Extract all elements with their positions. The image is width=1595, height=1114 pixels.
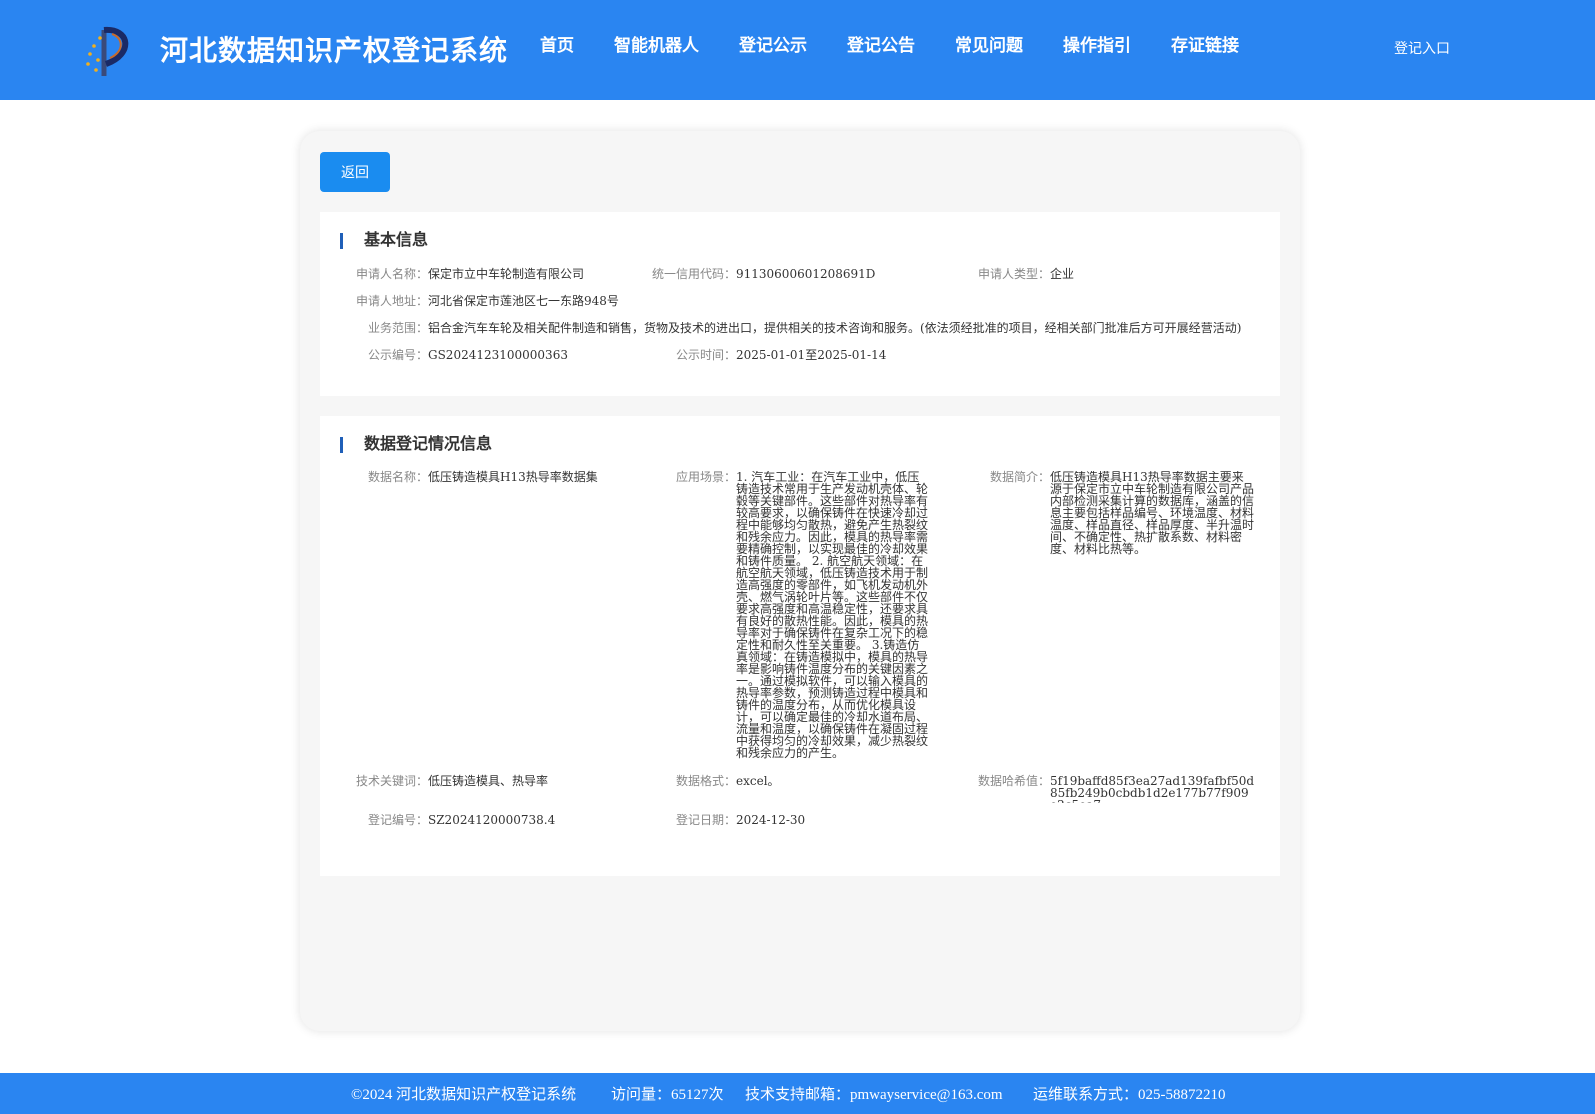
footer-phone: 运维联系方式：025-58872210 [1033, 1087, 1226, 1103]
label-notice-no: 公示编号： [367, 348, 428, 362]
value-hash: 5f19baffd85f3ea27ad139fafbf50d85fb249b0c… [1050, 775, 1255, 803]
site-title: 河北数据知识产权登记系统 [160, 34, 509, 67]
value-notice-no: GS2024123100000363 [428, 348, 568, 362]
footer-email[interactable]: 技术支持邮箱：pmwayservice@163.com [745, 1083, 1003, 1104]
label-applicant-name: 申请人名称： [355, 267, 428, 281]
value-address: 河北省保定市莲池区七一东路948号 [428, 294, 619, 308]
value-scene: 1. 汽车工业：在汽车工业中，低压铸造技术常用于生产发动机壳体、轮毂等关键部件。… [736, 471, 929, 760]
page-footer: ©2024 河北数据知识产权登记系统 访问量：65127次 技术支持邮箱：pmw… [0, 1073, 1595, 1114]
label-address: 申请人地址： [355, 294, 428, 308]
nav-robot[interactable]: 智能机器人 [614, 34, 699, 58]
section-title-data: 数据登记情况信息 [340, 434, 492, 456]
section-bar-icon [340, 437, 343, 453]
value-keyword: 低压铸造模具、热导率 [428, 774, 549, 788]
top-header: 河北数据知识产权登记系统 首页 智能机器人 登记公示 登记公告 常见问题 操作指… [0, 0, 1595, 100]
value-applicant-type: 企业 [1050, 267, 1075, 281]
value-data-name: 低压铸造模具H13热导率数据集 [428, 470, 598, 484]
login-link[interactable]: 登记入口 [1394, 38, 1450, 58]
label-intro: 数据简介： [989, 470, 1050, 484]
main-nav: 首页 智能机器人 登记公示 登记公告 常见问题 操作指引 存证链接 [520, 34, 1259, 58]
label-reg-date: 登记日期： [675, 813, 736, 827]
value-intro: 低压铸造模具H13热导率数据主要来源于保定市立中车轮制造有限公司产品内部检测采集… [1050, 471, 1255, 556]
value-reg-no: SZ2024120000738.4 [428, 813, 556, 827]
value-reg-date: 2024-12-30 [736, 813, 806, 827]
label-scene: 应用场景： [675, 470, 736, 484]
back-button[interactable]: 返回 [320, 152, 390, 192]
value-credit-code: 91130600601208691D [736, 267, 876, 281]
label-reg-no: 登记编号： [367, 813, 428, 827]
nav-evidence-link[interactable]: 存证链接 [1171, 34, 1239, 58]
footer-copyright: ©2024 河北数据知识产权登记系统 [351, 1087, 577, 1103]
logo-icon [86, 26, 129, 76]
detail-card: 返回 基本信息 申请人名称： 保定市立中车轮制造有限公司 统一信用代码： 911… [300, 131, 1300, 1031]
section-title-basic: 基本信息 [340, 230, 428, 252]
label-data-name: 数据名称： [367, 470, 428, 484]
label-credit-code: 统一信用代码： [651, 267, 736, 281]
nav-faq[interactable]: 常见问题 [955, 34, 1023, 58]
value-format: excel。 [736, 774, 780, 788]
footer-visits: 访问量：65127次 [611, 1087, 724, 1103]
value-scope: 铝合金汽车车轮及相关配件制造和销售，货物及技术的进出口，提供相关的技术咨询和服务… [428, 322, 1242, 334]
section-bar-icon [340, 233, 343, 249]
label-keyword: 技术关键词： [355, 774, 428, 788]
value-notice-time: 2025-01-01至2025-01-14 [736, 348, 887, 362]
label-hash: 数据哈希值： [977, 774, 1050, 788]
basic-info-panel: 基本信息 申请人名称： 保定市立中车轮制造有限公司 统一信用代码： 911306… [320, 212, 1280, 396]
nav-announcement[interactable]: 登记公告 [847, 34, 915, 58]
label-applicant-type: 申请人类型： [977, 267, 1050, 281]
nav-home[interactable]: 首页 [540, 34, 574, 58]
data-info-panel: 数据登记情况信息 数据名称： 低压铸造模具H13热导率数据集 应用场景： 1. … [320, 416, 1280, 876]
label-format: 数据格式： [675, 774, 736, 788]
label-notice-time: 公示时间： [675, 348, 736, 362]
label-scope: 业务范围： [367, 321, 428, 335]
nav-publicity[interactable]: 登记公示 [739, 34, 807, 58]
value-applicant-name: 保定市立中车轮制造有限公司 [428, 267, 585, 281]
nav-guide[interactable]: 操作指引 [1063, 34, 1131, 58]
